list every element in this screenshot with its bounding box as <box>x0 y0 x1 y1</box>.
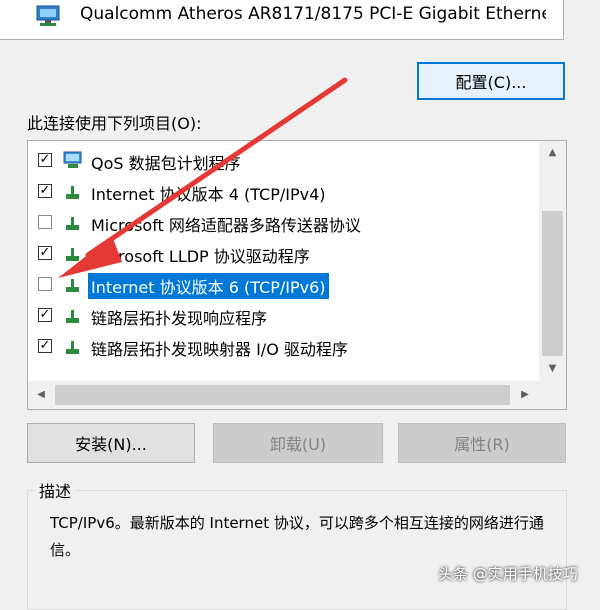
scrollbar-corner <box>539 381 566 409</box>
network-protocol-icon <box>66 341 79 354</box>
item-label: Microsoft LLDP 协议驱动程序 <box>91 247 310 266</box>
list-item[interactable]: ✓ 链路层拓扑发现映射器 I/O 驱动程序 <box>28 331 540 361</box>
item-checkbox[interactable] <box>38 277 52 291</box>
network-protocol-icon <box>66 279 79 292</box>
install-button[interactable]: 安装(N)... <box>27 423 195 463</box>
scroll-left-icon[interactable]: ◀ <box>34 389 48 400</box>
item-checkbox[interactable]: ✓ <box>38 246 52 260</box>
adapter-name: Qualcomm Atheros AR8171/8175 PCI-E Gigab… <box>80 4 546 24</box>
scroll-up-icon[interactable]: ▲ <box>539 147 566 158</box>
item-label: Internet 协议版本 4 (TCP/IPv4) <box>91 185 326 204</box>
item-label: 链路层拓扑发现响应程序 <box>91 309 268 328</box>
vertical-scrollbar[interactable]: ▲ ▼ <box>539 141 566 381</box>
network-protocol-icon <box>66 186 79 199</box>
item-label: Internet 协议版本 6 (TCP/IPv6) <box>88 273 329 299</box>
list-item[interactable]: ✓ QoS 数据包计划程序 <box>28 145 540 175</box>
list-item[interactable]: Microsoft 网络适配器多路传送器协议 <box>28 207 540 237</box>
item-label: 链路层拓扑发现映射器 I/O 驱动程序 <box>91 340 348 359</box>
network-protocol-icon <box>66 217 79 230</box>
description-title: 描述 <box>35 478 76 502</box>
network-protocol-icon <box>66 310 79 323</box>
network-protocol-icon <box>66 248 79 261</box>
list-item-selected[interactable]: Internet 协议版本 6 (TCP/IPv6) <box>28 269 540 299</box>
scroll-down-icon[interactable]: ▼ <box>539 363 566 374</box>
network-adapter-icon <box>36 5 60 26</box>
properties-button[interactable]: 属性(R) <box>398 423 566 463</box>
list-item[interactable]: ✓ Internet 协议版本 4 (TCP/IPv4) <box>28 176 540 206</box>
item-checkbox[interactable]: ✓ <box>38 339 52 353</box>
uninstall-button[interactable]: 卸载(U) <box>213 423 383 463</box>
horizontal-scroll-thumb[interactable] <box>55 385 510 405</box>
item-checkbox[interactable]: ✓ <box>38 184 52 198</box>
item-checkbox[interactable]: ✓ <box>38 308 52 322</box>
components-list[interactable]: ✓ QoS 数据包计划程序 ✓ Internet 协议版本 4 (TCP/IPv… <box>27 140 567 410</box>
configure-button[interactable]: 配置(C)... <box>417 62 565 100</box>
item-label: Microsoft 网络适配器多路传送器协议 <box>91 216 361 235</box>
item-checkbox[interactable] <box>38 215 52 229</box>
list-item[interactable]: ✓ Microsoft LLDP 协议驱动程序 <box>28 238 540 268</box>
description-text: TCP/IPv6。最新版本的 Internet 协议，可以跨多个相互连接的网络进… <box>50 514 544 559</box>
list-item[interactable]: ✓ 链路层拓扑发现响应程序 <box>28 300 540 330</box>
watermark: 头条 @实用手机技巧 <box>438 565 578 583</box>
item-label: QoS 数据包计划程序 <box>91 154 241 173</box>
item-checkbox[interactable]: ✓ <box>38 153 52 167</box>
qos-icon <box>63 151 82 168</box>
items-list-label: 此连接使用下列项目(O): <box>27 114 202 133</box>
horizontal-scrollbar[interactable]: ◀ ▶ <box>28 381 539 409</box>
vertical-scroll-thumb[interactable] <box>542 211 563 356</box>
scroll-right-icon[interactable]: ▶ <box>518 389 532 400</box>
